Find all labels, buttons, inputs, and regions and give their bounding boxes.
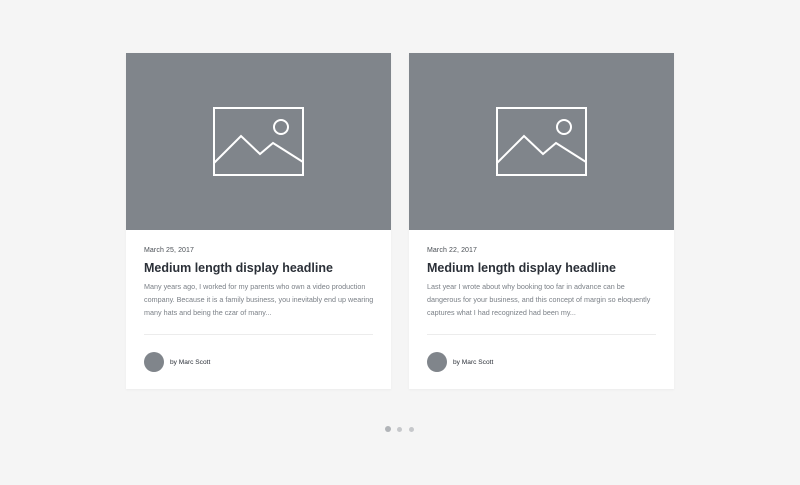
- author-row[interactable]: by Marc Scott: [427, 352, 493, 372]
- image-placeholder-icon: [213, 107, 304, 176]
- author-byline[interactable]: by Marc Scott: [170, 359, 210, 366]
- card-divider: [144, 334, 373, 335]
- blog-card[interactable]: March 25, 2017 Medium length display hea…: [126, 53, 391, 389]
- card-image-placeholder[interactable]: [126, 53, 391, 230]
- post-date: March 25, 2017: [144, 247, 195, 254]
- post-headline[interactable]: Medium length display headline: [144, 261, 333, 275]
- post-headline[interactable]: Medium length display headline: [427, 261, 616, 275]
- pagination-dot-1[interactable]: [385, 426, 391, 432]
- post-excerpt: Last year I wrote about why booking too …: [427, 282, 651, 317]
- blog-card[interactable]: March 22, 2017 Medium length display hea…: [409, 53, 674, 389]
- pagination-dot-3[interactable]: [409, 426, 414, 432]
- image-placeholder-icon: [496, 107, 587, 176]
- card-image-placeholder[interactable]: [409, 53, 674, 230]
- post-date: March 22, 2017: [427, 247, 478, 254]
- avatar[interactable]: [144, 352, 164, 372]
- author-byline[interactable]: by Marc Scott: [453, 359, 493, 366]
- post-excerpt: Many years ago, I worked for my parents …: [144, 282, 374, 317]
- card-divider: [427, 334, 656, 335]
- pagination-dot-2[interactable]: [397, 426, 402, 432]
- author-row[interactable]: by Marc Scott: [144, 352, 210, 372]
- avatar[interactable]: [427, 352, 447, 372]
- carousel-pagination: [385, 426, 421, 432]
